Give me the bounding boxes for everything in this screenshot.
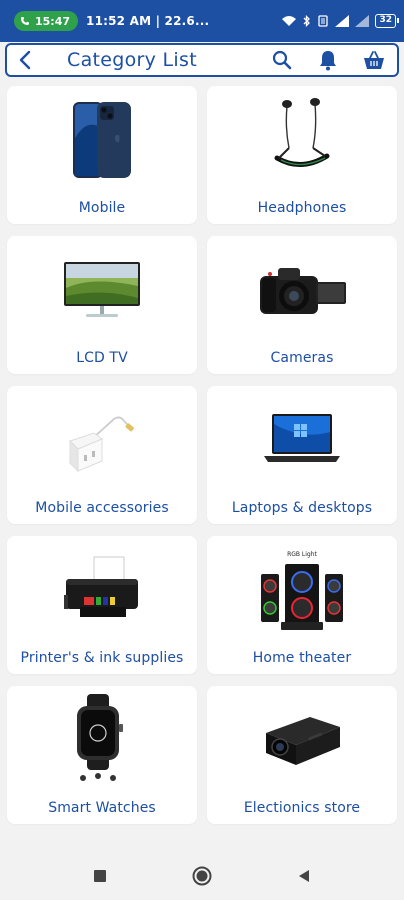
category-label: Home theater [252,650,352,666]
category-card-headphones[interactable]: Headphones [207,86,397,224]
category-label: Mobile accessories [35,500,169,516]
vibrate-icon [318,15,329,27]
home-button[interactable] [182,856,222,896]
app-bar: Category List [5,43,399,77]
category-label: Cameras [270,350,334,366]
call-duration: 15:47 [35,14,71,28]
system-nav-bar [0,852,404,900]
search-icon [272,50,292,70]
category-label: LCD TV [76,350,128,366]
battery-level: 32 [379,15,392,25]
camera-image [207,244,397,336]
bell-icon [320,51,336,71]
category-label: Printer's & ink supplies [20,650,184,666]
back-arrow-icon [19,50,31,70]
search-button[interactable] [259,45,305,75]
category-card-lcd-tv[interactable]: LCD TV [7,236,197,374]
basket-icon [364,51,384,69]
category-label: Headphones [257,200,347,216]
ongoing-call-pill[interactable]: 15:47 [14,11,79,31]
category-label: Laptops & desktops [231,500,373,516]
bluetooth-icon [304,15,311,27]
category-label: Smart Watches [48,800,156,816]
page-title: Category List [67,49,197,71]
category-card-home-theater[interactable]: RGB Light Home theater [207,536,397,674]
category-label: Mobile [78,200,126,216]
smartphone-image [7,94,197,186]
charger-image [7,394,197,486]
category-card-mobile[interactable]: Mobile [7,86,197,224]
projector-image [207,694,397,786]
recents-button[interactable] [80,856,120,896]
category-card-electronics-store[interactable]: Electionics store [207,686,397,824]
home-circle-icon [192,866,212,886]
cart-button[interactable] [351,45,397,75]
square-icon [94,870,106,882]
smartwatch-image [7,694,197,786]
category-card-mobile-accessories[interactable]: Mobile accessories [7,386,197,524]
status-time: 11:52 AM | 22.6... [86,14,210,28]
image-caption: RGB Light [287,551,317,558]
back-nav-button[interactable] [284,856,324,896]
signal-icon-2 [355,15,370,27]
monitor-image [7,244,197,336]
status-bar: 15:47 11:52 AM | 22.6... 32 [0,0,404,42]
signal-icon-1 [335,15,350,27]
speakers-image: RGB Light [207,544,397,636]
category-grid: Mobile Headphones LCD TV Cameras Mobile … [7,86,397,824]
phone-icon [21,17,29,25]
battery-indicator: 32 [375,14,399,28]
printer-image [7,544,197,636]
back-button[interactable] [7,45,43,75]
headphones-image [207,94,397,186]
category-card-printer-ink[interactable]: Printer's & ink supplies [7,536,197,674]
category-card-smart-watches[interactable]: Smart Watches [7,686,197,824]
notifications-button[interactable] [305,45,351,75]
category-card-cameras[interactable]: Cameras [207,236,397,374]
category-card-laptops-desktops[interactable]: Laptops & desktops [207,386,397,524]
category-label: Electionics store [243,800,361,816]
laptop-image [207,394,397,486]
triangle-back-icon [299,870,309,882]
wifi-icon [282,16,297,26]
